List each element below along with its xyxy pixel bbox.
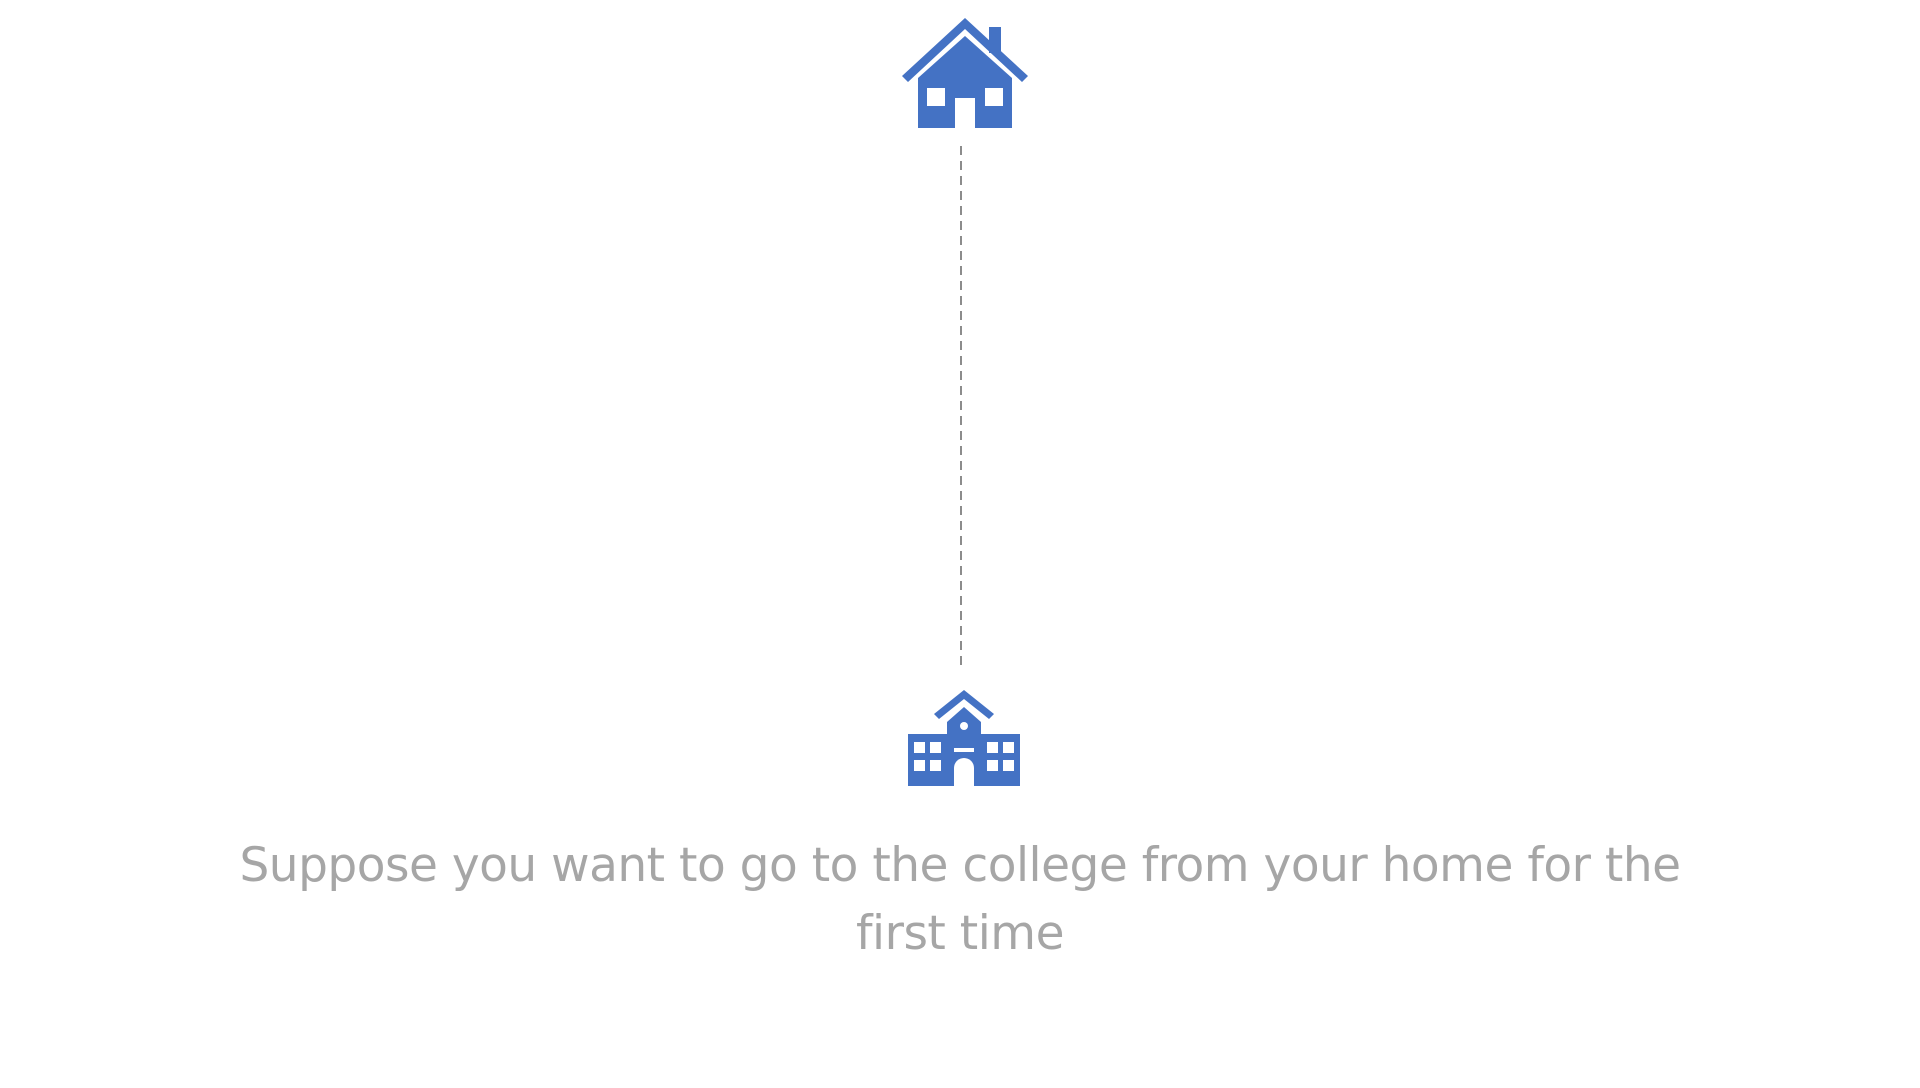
caption-text: Suppose you want to go to the college fr… — [239, 838, 1681, 961]
house-icon — [902, 18, 1028, 128]
college-icon — [908, 690, 1020, 786]
dashed-connector-line — [960, 146, 962, 666]
